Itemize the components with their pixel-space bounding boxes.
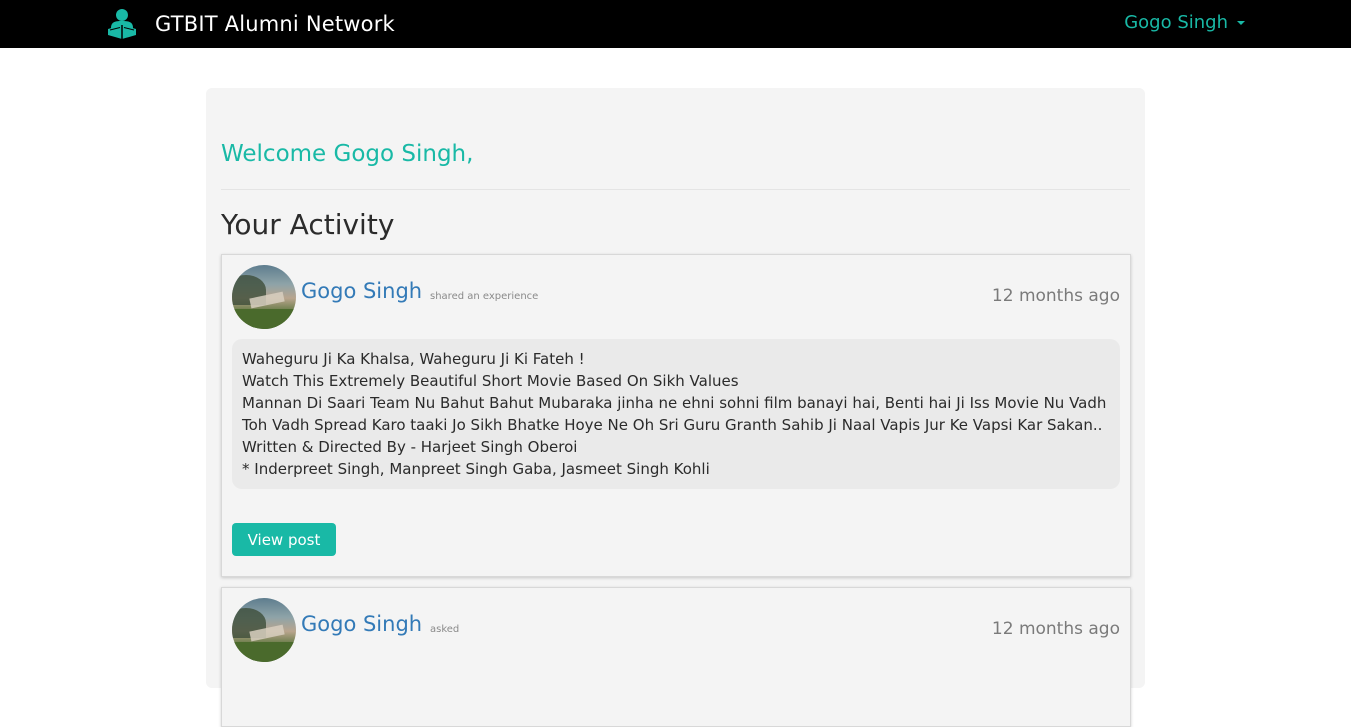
author-link[interactable]: Gogo Singh (301, 612, 422, 636)
section-title: Your Activity (221, 208, 395, 241)
post-line: Waheguru Ji Ka Khalsa, Waheguru Ji Ki Fa… (242, 350, 585, 368)
avatar[interactable] (232, 598, 296, 662)
post-line: * Inderpreet Singh, Manpreet Singh Gaba,… (242, 460, 710, 478)
brand-title: GTBIT Alumni Network (155, 12, 395, 36)
brand-link[interactable]: GTBIT Alumni Network (106, 8, 395, 40)
user-name: Gogo Singh (1124, 12, 1228, 33)
top-navbar: GTBIT Alumni Network Gogo Singh (0, 0, 1351, 48)
post-body: Waheguru Ji Ka Khalsa, Waheguru Ji Ki Fa… (232, 339, 1120, 489)
graduate-icon (106, 8, 138, 40)
author-link[interactable]: Gogo Singh (301, 279, 422, 303)
activity-action: shared an experience (430, 291, 539, 302)
caret-down-icon (1237, 20, 1245, 25)
main-panel: Welcome Gogo Singh, Your Activity Gogo S… (206, 88, 1145, 727)
post-line: Watch This Extremely Beautiful Short Mov… (242, 372, 739, 390)
activity-time: 12 months ago (991, 286, 1120, 306)
divider (221, 189, 1130, 190)
activity-time: 12 months ago (991, 619, 1120, 639)
welcome-heading: Welcome Gogo Singh, (221, 141, 474, 167)
post-line: Mannan Di Saari Team Nu Bahut Bahut Muba… (242, 394, 1107, 434)
user-dropdown[interactable]: Gogo Singh (1124, 12, 1245, 33)
activity-card: Gogo Singh shared an experience 12 month… (221, 254, 1131, 577)
activity-action: asked (430, 624, 460, 635)
avatar[interactable] (232, 265, 296, 329)
post-line: Written & Directed By - Harjeet Singh Ob… (242, 438, 578, 456)
activity-card: Gogo Singh asked 12 months ago (221, 587, 1131, 727)
view-post-button[interactable]: View post (232, 523, 336, 556)
